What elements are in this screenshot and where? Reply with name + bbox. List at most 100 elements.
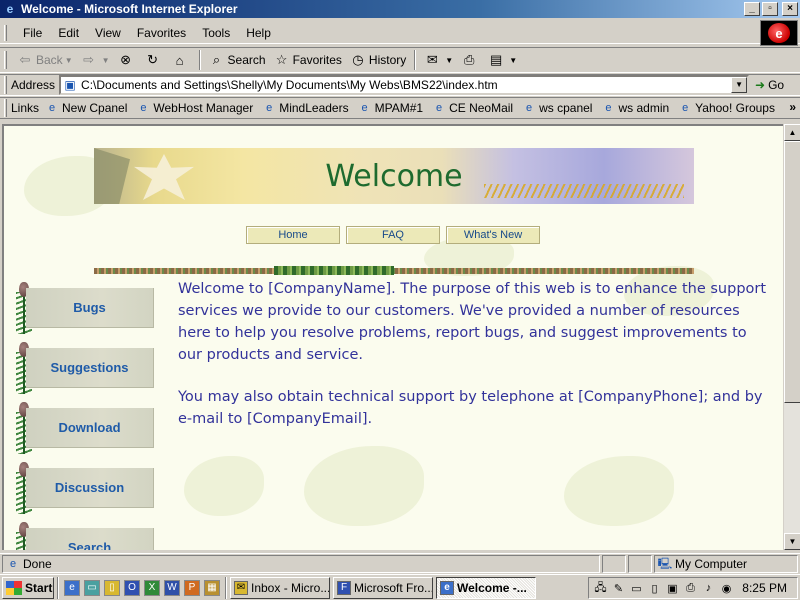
chevron-down-icon[interactable]: ▼ xyxy=(102,56,110,65)
scroll-down-icon[interactable]: ▼ xyxy=(784,533,800,550)
favorites-button[interactable]: ☆ Favorites xyxy=(270,49,346,71)
history-button[interactable]: ◷ History xyxy=(346,49,410,71)
back-button[interactable]: ⇦ Back ▼ xyxy=(13,49,77,71)
menu-file[interactable]: File xyxy=(15,26,50,40)
search-button[interactable]: ⌕ Search xyxy=(205,49,270,71)
quicklaunch-word-icon[interactable]: W xyxy=(164,579,180,596)
stop-button[interactable]: ⊗ xyxy=(114,49,141,71)
scroll-thumb[interactable] xyxy=(784,141,800,403)
quicklaunch-publisher-icon[interactable]: ▦ xyxy=(204,579,220,596)
quicklaunch-outlook-icon[interactable]: O xyxy=(124,579,140,596)
mail-button[interactable]: ✉ ▼ xyxy=(420,49,457,71)
task-frontpage[interactable]: F Microsoft Fro... xyxy=(333,576,433,599)
address-input[interactable]: ▣ C:\Documents and Settings\Shelly\My Do… xyxy=(59,75,750,95)
status-empty-cell xyxy=(602,555,626,573)
mail-icon: ✉ xyxy=(426,52,438,67)
toolbar-grip[interactable] xyxy=(4,76,7,94)
link-new-cpanel[interactable]: e New Cpanel xyxy=(45,101,127,115)
link-mindleaders[interactable]: e MindLeaders xyxy=(262,101,348,115)
menu-edit[interactable]: Edit xyxy=(50,26,87,40)
link-label: MPAM#1 xyxy=(374,101,424,115)
link-page-icon: e xyxy=(361,102,368,114)
sidebar-item-suggestions[interactable]: Suggestions xyxy=(14,342,154,394)
window-title-bar[interactable]: e Welcome - Microsoft Internet Explorer … xyxy=(0,0,800,18)
go-button[interactable]: ➜ Go xyxy=(755,78,784,92)
start-label: Start xyxy=(25,580,53,595)
tray-display-icon[interactable]: ▣ xyxy=(665,581,680,596)
status-zone-cell: 🖳 My Computer xyxy=(654,555,798,573)
toolbar-grip[interactable] xyxy=(4,51,7,69)
link-label: CE NeoMail xyxy=(449,101,514,115)
link-page-icon: e xyxy=(605,102,612,114)
stop-icon: ⊗ xyxy=(120,52,131,67)
task-welcome[interactable]: e Welcome -... xyxy=(436,576,536,599)
windows-flag-icon xyxy=(6,580,22,595)
tray-monitor-icon[interactable]: ▭ xyxy=(629,581,644,596)
toolbar-grip[interactable] xyxy=(4,24,7,41)
link-page-icon: e xyxy=(48,102,56,114)
tray-volume-icon[interactable]: ♪ xyxy=(701,581,716,596)
menu-view[interactable]: View xyxy=(87,26,129,40)
menu-tools[interactable]: Tools xyxy=(194,26,238,40)
sidebar-item-download[interactable]: Download xyxy=(14,402,154,454)
link-label: MindLeaders xyxy=(279,101,349,115)
links-bar: Links e New Cpanel e WebHost Manager e Mind… xyxy=(0,97,800,119)
link-webhost-manager[interactable]: e WebHost Manager xyxy=(136,101,253,115)
sidebar-item-bugs[interactable]: Bugs xyxy=(14,282,154,334)
menu-help[interactable]: Help xyxy=(238,26,279,40)
forward-button[interactable]: ⇨ ▼ xyxy=(77,49,114,71)
close-button[interactable]: × xyxy=(782,2,798,16)
tray-network-icon[interactable]: 🖧 xyxy=(593,581,608,596)
sidebar-item-label: Search xyxy=(26,528,154,550)
background-leaf xyxy=(184,456,264,516)
ie-icon: e xyxy=(440,580,454,595)
address-bar: Address ▣ C:\Documents and Settings\Shel… xyxy=(0,74,800,96)
welcome-banner: Welcome xyxy=(94,148,694,204)
tray-folder-icon[interactable]: ▯ xyxy=(647,581,662,596)
maximize-button[interactable]: ▫ xyxy=(762,2,778,16)
sidebar-item-discussion[interactable]: Discussion xyxy=(14,462,154,514)
edit-button[interactable]: ▤ ▼ xyxy=(484,49,521,71)
page-icon: ▣ xyxy=(64,78,76,92)
link-ws-cpanel[interactable]: e ws cpanel xyxy=(522,101,592,115)
toolbar-grip[interactable] xyxy=(4,99,7,117)
menu-favorites[interactable]: Favorites xyxy=(129,26,194,40)
nav-whats-new-button[interactable]: What's New xyxy=(446,226,540,244)
nav-faq-button[interactable]: FAQ xyxy=(346,226,440,244)
tray-antivirus-icon[interactable]: ◉ xyxy=(719,581,734,596)
link-ws-admin[interactable]: e ws admin xyxy=(601,101,669,115)
address-dropdown-icon[interactable]: ▼ xyxy=(731,77,748,93)
tray-tool-icon[interactable]: ✎ xyxy=(611,581,626,596)
minimize-button[interactable]: _ xyxy=(744,2,760,16)
nav-home-button[interactable]: Home xyxy=(246,226,340,244)
link-yahoo-groups[interactable]: e Yahoo! Groups xyxy=(678,101,775,115)
links-more-chevron[interactable]: » xyxy=(789,100,796,114)
links-label: Links xyxy=(11,101,40,115)
home-button[interactable]: ⌂ xyxy=(168,49,195,71)
quicklaunch-ie-icon[interactable]: e xyxy=(64,579,80,596)
link-mpam1[interactable]: e MPAM#1 xyxy=(358,101,424,115)
quicklaunch-desktop-icon[interactable]: ▭ xyxy=(84,579,100,596)
quicklaunch-excel-icon[interactable]: X xyxy=(144,579,160,596)
print-button[interactable]: ⎙ xyxy=(457,49,484,71)
chevron-down-icon[interactable]: ▼ xyxy=(445,56,453,65)
refresh-button[interactable]: ↻ xyxy=(141,49,168,71)
ie-icon: e xyxy=(6,2,14,16)
support-paragraph: You may also obtain technical support by… xyxy=(178,389,763,427)
chevron-down-icon[interactable]: ▼ xyxy=(509,56,517,65)
banner-title: Welcome xyxy=(325,158,463,194)
quicklaunch-folder-icon[interactable]: ▯ xyxy=(104,579,120,596)
link-label: WebHost Manager xyxy=(153,101,254,115)
start-button[interactable]: Start xyxy=(2,576,54,599)
scroll-up-icon[interactable]: ▲ xyxy=(784,124,800,141)
sidebar-item-search[interactable]: Search xyxy=(14,522,154,550)
chevron-down-icon[interactable]: ▼ xyxy=(65,56,73,65)
tray-printer-icon[interactable]: ⎙ xyxy=(683,581,698,596)
quicklaunch-powerpoint-icon[interactable]: P xyxy=(184,579,200,596)
my-computer-icon: 🖳 xyxy=(657,557,673,570)
task-inbox[interactable]: ✉ Inbox - Micro... xyxy=(230,576,330,599)
taskbar-clock[interactable]: 8:25 PM xyxy=(742,581,787,595)
vertical-scrollbar[interactable]: ▲ ▼ xyxy=(783,124,800,550)
edit-icon: ▤ xyxy=(490,52,503,67)
link-ce-neomail[interactable]: e CE NeoMail xyxy=(432,101,513,115)
